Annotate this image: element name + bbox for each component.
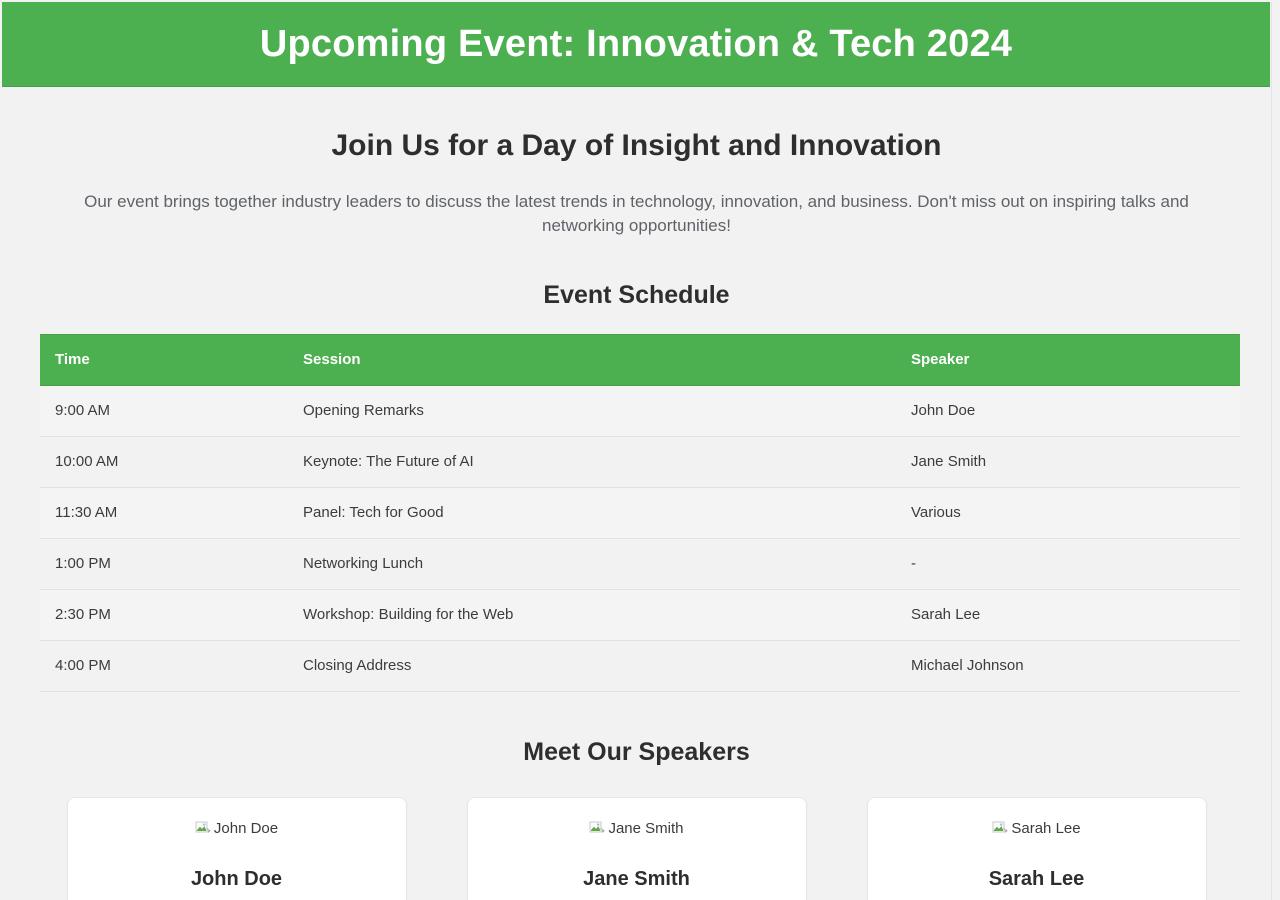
speaker-card: Sarah Lee Sarah Lee Lead Developer at We… — [866, 797, 1207, 900]
cell-speaker: John Doe — [896, 385, 1240, 438]
broken-image-icon — [992, 821, 1009, 834]
broken-image-icon — [195, 821, 211, 834]
page-title: Upcoming Event: Innovation & Tech 2024 — [259, 23, 1013, 65]
speaker-name: Jane Smith — [583, 868, 690, 891]
site-header: Upcoming Event: Innovation & Tech 2024 — [2, 2, 1270, 87]
schedule-table-body: 9:00 AM Opening Remarks John Doe 10:00 A… — [40, 385, 1240, 693]
table-row: 4:00 PM Closing Address Michael Johnson — [40, 640, 1240, 693]
cell-time: 4:00 PM — [40, 640, 288, 693]
intro-paragraph: Our event brings together industry leade… — [84, 192, 1189, 236]
speaker-photo-placeholder: Sarah Lee — [992, 819, 1081, 837]
cell-session: Workshop: Building for the Web — [288, 589, 896, 642]
page-root: Upcoming Event: Innovation & Tech 2024 J… — [0, 0, 1280, 900]
cell-speaker: Michael Johnson — [896, 640, 1240, 693]
table-row: 10:00 AM Keynote: The Future of AI Jane … — [40, 436, 1240, 489]
intro-heading: Join Us for a Day of Insight and Innovat… — [331, 129, 942, 162]
speaker-card-grid: John Doe John Doe CEO of InnovateX, expe… — [40, 797, 1233, 900]
column-header-time: Time — [40, 334, 288, 387]
cell-speaker: Jane Smith — [896, 436, 1240, 489]
speaker-photo-alt-text: Sarah Lee — [1011, 819, 1081, 837]
cell-speaker: Sarah Lee — [896, 589, 1240, 642]
speaker-photo-placeholder: John Doe — [195, 820, 278, 836]
cell-time: 2:30 PM — [40, 589, 288, 642]
speaker-name: Sarah Lee — [988, 868, 1085, 891]
speaker-photo-alt-text: Jane Smith — [608, 819, 684, 837]
table-row: 9:00 AM Opening Remarks John Doe — [40, 385, 1240, 438]
speaker-photo-placeholder: Jane Smith — [589, 819, 684, 837]
table-row: 11:30 AM Panel: Tech for Good Various — [40, 487, 1240, 540]
cell-session: Panel: Tech for Good — [288, 487, 896, 540]
speaker-card: John Doe John Doe CEO of InnovateX, expe… — [66, 797, 407, 900]
cell-session: Opening Remarks — [288, 385, 896, 438]
table-row: 2:30 PM Workshop: Building for the Web S… — [40, 589, 1240, 642]
cell-speaker: - — [896, 538, 1240, 591]
cell-session: Closing Address — [288, 640, 896, 693]
cell-time: 1:00 PM — [40, 538, 288, 591]
schedule-table: Time Session Speaker 9:00 AM Opening Rem… — [40, 334, 1240, 693]
page-inner: Upcoming Event: Innovation & Tech 2024 J… — [2, 2, 1272, 900]
speaker-photo-alt-text: John Doe — [213, 819, 279, 837]
speaker-name: John Doe — [190, 868, 283, 891]
cell-session: Networking Lunch — [288, 538, 896, 591]
page-content: Join Us for a Day of Insight and Innovat… — [2, 87, 1271, 900]
cell-time: 9:00 AM — [40, 385, 288, 438]
column-header-session: Session — [288, 334, 896, 387]
cell-session: Keynote: The Future of AI — [288, 436, 896, 489]
broken-image-icon — [589, 821, 606, 834]
speakers-title: Meet Our Speakers — [523, 738, 750, 767]
cell-time: 11:30 AM — [40, 487, 288, 540]
speaker-card: Jane Smith Jane Smith CTO of FutureTech,… — [466, 797, 807, 900]
column-header-speaker: Speaker — [896, 334, 1240, 387]
schedule-table-wrapper: Time Session Speaker 9:00 AM Opening Rem… — [40, 334, 1240, 693]
schedule-table-head: Time Session Speaker — [40, 334, 1240, 387]
schedule-title: Event Schedule — [543, 281, 730, 310]
table-row: 1:00 PM Networking Lunch - — [40, 538, 1240, 591]
cell-speaker: Various — [896, 487, 1240, 540]
cell-time: 10:00 AM — [40, 436, 288, 489]
table-header-row: Time Session Speaker — [40, 334, 1240, 387]
intro-section: Join Us for a Day of Insight and Innovat… — [40, 87, 1233, 238]
